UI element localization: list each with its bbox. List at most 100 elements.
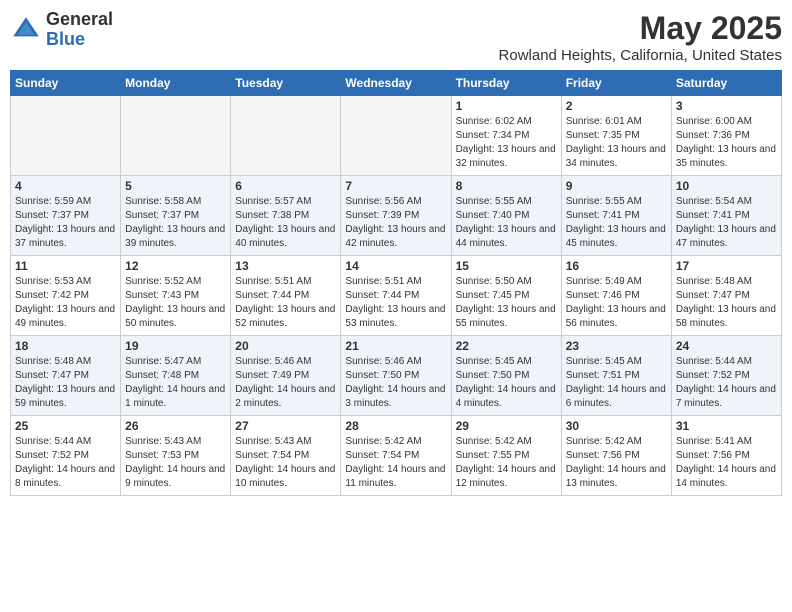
day-number: 30 — [566, 419, 667, 433]
day-number: 1 — [456, 99, 557, 113]
calendar-cell: 20 Sunrise: 5:46 AMSunset: 7:49 PMDayligh… — [231, 336, 341, 416]
calendar-cell: 19 Sunrise: 5:47 AMSunset: 7:48 PMDayligh… — [121, 336, 231, 416]
calendar-cell: 15 Sunrise: 5:50 AMSunset: 7:45 PMDayligh… — [451, 256, 561, 336]
calendar-week-row: 25Sunrise: 5:44 AMSunset: 7:52 PMDayligh… — [11, 416, 782, 496]
day-info: Sunrise: 5:51 AMSunset: 7:44 PMDaylight:… — [345, 275, 446, 331]
calendar-cell: 27 Sunrise: 5:43 AMSunset: 7:54 PMDayligh… — [231, 416, 341, 496]
day-info: Sunrise: 6:00 AMSunset: 7:36 PMDaylight:… — [676, 115, 777, 171]
logo-blue-text: Blue — [46, 30, 113, 50]
weekday-header-sunday: Sunday — [11, 71, 121, 96]
calendar-week-row: 18Sunrise: 5:48 AMSunset: 7:47 PMDayligh… — [11, 336, 782, 416]
month-title: May 2025 — [499, 10, 782, 47]
weekday-header-tuesday: Tuesday — [231, 71, 341, 96]
day-info: Sunrise: 5:47 AMSunset: 7:48 PMDaylight:… — [125, 355, 226, 411]
location-title: Rowland Heights, California, United Stat… — [499, 47, 782, 64]
day-number: 2 — [566, 99, 667, 113]
calendar-cell: 17 Sunrise: 5:48 AMSunset: 7:47 PMDayligh… — [671, 256, 781, 336]
calendar-cell — [341, 96, 451, 176]
day-info: Sunrise: 5:43 AMSunset: 7:53 PMDaylight:… — [125, 435, 226, 491]
day-info: Sunrise: 5:49 AMSunset: 7:46 PMDaylight:… — [566, 275, 667, 331]
logo: General Blue — [10, 10, 113, 50]
day-info: Sunrise: 5:55 AMSunset: 7:41 PMDaylight:… — [566, 195, 667, 251]
day-info: Sunrise: 5:46 AMSunset: 7:49 PMDaylight:… — [235, 355, 336, 411]
weekday-header-saturday: Saturday — [671, 71, 781, 96]
day-number: 12 — [125, 259, 226, 273]
calendar-cell: 30 Sunrise: 5:42 AMSunset: 7:56 PMDayligh… — [561, 416, 671, 496]
day-number: 4 — [15, 179, 116, 193]
day-number: 16 — [566, 259, 667, 273]
day-number: 3 — [676, 99, 777, 113]
logo-icon — [10, 14, 42, 46]
calendar-cell: 29 Sunrise: 5:42 AMSunset: 7:55 PMDayligh… — [451, 416, 561, 496]
calendar-cell: 21 Sunrise: 5:46 AMSunset: 7:50 PMDayligh… — [341, 336, 451, 416]
calendar-cell: 8 Sunrise: 5:55 AMSunset: 7:40 PMDaylight… — [451, 176, 561, 256]
day-number: 6 — [235, 179, 336, 193]
day-info: Sunrise: 5:42 AMSunset: 7:55 PMDaylight:… — [456, 435, 557, 491]
day-info: Sunrise: 5:48 AMSunset: 7:47 PMDaylight:… — [15, 355, 116, 411]
calendar-cell: 9 Sunrise: 5:55 AMSunset: 7:41 PMDaylight… — [561, 176, 671, 256]
day-info: Sunrise: 5:55 AMSunset: 7:40 PMDaylight:… — [456, 195, 557, 251]
day-number: 10 — [676, 179, 777, 193]
weekday-header-thursday: Thursday — [451, 71, 561, 96]
day-number: 13 — [235, 259, 336, 273]
day-number: 29 — [456, 419, 557, 433]
day-info: Sunrise: 5:42 AMSunset: 7:56 PMDaylight:… — [566, 435, 667, 491]
calendar-cell: 24 Sunrise: 5:44 AMSunset: 7:52 PMDayligh… — [671, 336, 781, 416]
day-number: 17 — [676, 259, 777, 273]
page-header: General Blue May 2025 Rowland Heights, C… — [10, 10, 782, 64]
day-number: 24 — [676, 339, 777, 353]
day-number: 22 — [456, 339, 557, 353]
day-number: 11 — [15, 259, 116, 273]
day-info: Sunrise: 5:42 AMSunset: 7:54 PMDaylight:… — [345, 435, 446, 491]
day-info: Sunrise: 6:01 AMSunset: 7:35 PMDaylight:… — [566, 115, 667, 171]
day-number: 9 — [566, 179, 667, 193]
day-number: 25 — [15, 419, 116, 433]
day-info: Sunrise: 5:43 AMSunset: 7:54 PMDaylight:… — [235, 435, 336, 491]
day-info: Sunrise: 5:57 AMSunset: 7:38 PMDaylight:… — [235, 195, 336, 251]
day-info: Sunrise: 5:41 AMSunset: 7:56 PMDaylight:… — [676, 435, 777, 491]
day-number: 8 — [456, 179, 557, 193]
calendar-cell: 2 Sunrise: 6:01 AMSunset: 7:35 PMDaylight… — [561, 96, 671, 176]
calendar-cell: 16 Sunrise: 5:49 AMSunset: 7:46 PMDayligh… — [561, 256, 671, 336]
weekday-header-wednesday: Wednesday — [341, 71, 451, 96]
calendar-cell — [11, 96, 121, 176]
weekday-header-monday: Monday — [121, 71, 231, 96]
calendar-cell: 14Sunrise: 5:51 AMSunset: 7:44 PMDayligh… — [341, 256, 451, 336]
day-info: Sunrise: 5:44 AMSunset: 7:52 PMDaylight:… — [676, 355, 777, 411]
day-number: 28 — [345, 419, 446, 433]
calendar-cell: 13 Sunrise: 5:51 AMSunset: 7:44 PMDayligh… — [231, 256, 341, 336]
day-number: 19 — [125, 339, 226, 353]
day-info: Sunrise: 5:50 AMSunset: 7:45 PMDaylight:… — [456, 275, 557, 331]
calendar-cell: 3 Sunrise: 6:00 AMSunset: 7:36 PMDaylight… — [671, 96, 781, 176]
day-number: 21 — [345, 339, 446, 353]
day-info: Sunrise: 5:48 AMSunset: 7:47 PMDaylight:… — [676, 275, 777, 331]
calendar-cell: 5Sunrise: 5:58 AMSunset: 7:37 PMDaylight… — [121, 176, 231, 256]
day-number: 23 — [566, 339, 667, 353]
day-number: 15 — [456, 259, 557, 273]
day-info: Sunrise: 5:58 AMSunset: 7:37 PMDaylight:… — [125, 195, 226, 251]
day-info: Sunrise: 6:02 AMSunset: 7:34 PMDaylight:… — [456, 115, 557, 171]
weekday-header-row: SundayMondayTuesdayWednesdayThursdayFrid… — [11, 71, 782, 96]
calendar-cell: 18Sunrise: 5:48 AMSunset: 7:47 PMDayligh… — [11, 336, 121, 416]
day-info: Sunrise: 5:59 AMSunset: 7:37 PMDaylight:… — [15, 195, 116, 251]
calendar-cell: 11Sunrise: 5:53 AMSunset: 7:42 PMDayligh… — [11, 256, 121, 336]
calendar-cell: 28 Sunrise: 5:42 AMSunset: 7:54 PMDayligh… — [341, 416, 451, 496]
day-info: Sunrise: 5:46 AMSunset: 7:50 PMDaylight:… — [345, 355, 446, 411]
calendar-cell: 25Sunrise: 5:44 AMSunset: 7:52 PMDayligh… — [11, 416, 121, 496]
day-info: Sunrise: 5:54 AMSunset: 7:41 PMDaylight:… — [676, 195, 777, 251]
calendar-cell: 4 Sunrise: 5:59 AMSunset: 7:37 PMDaylight… — [11, 176, 121, 256]
calendar-week-row: 4 Sunrise: 5:59 AMSunset: 7:37 PMDaylight… — [11, 176, 782, 256]
weekday-header-friday: Friday — [561, 71, 671, 96]
day-number: 7 — [345, 179, 446, 193]
day-info: Sunrise: 5:52 AMSunset: 7:43 PMDaylight:… — [125, 275, 226, 331]
logo-general-text: General — [46, 10, 113, 30]
calendar-cell: 12 Sunrise: 5:52 AMSunset: 7:43 PMDayligh… — [121, 256, 231, 336]
day-info: Sunrise: 5:51 AMSunset: 7:44 PMDaylight:… — [235, 275, 336, 331]
calendar-cell: 7Sunrise: 5:56 AMSunset: 7:39 PMDaylight… — [341, 176, 451, 256]
day-number: 20 — [235, 339, 336, 353]
day-number: 27 — [235, 419, 336, 433]
day-info: Sunrise: 5:45 AMSunset: 7:50 PMDaylight:… — [456, 355, 557, 411]
calendar-cell: 22 Sunrise: 5:45 AMSunset: 7:50 PMDayligh… — [451, 336, 561, 416]
calendar-table: SundayMondayTuesdayWednesdayThursdayFrid… — [10, 70, 782, 496]
calendar-cell: 1 Sunrise: 6:02 AMSunset: 7:34 PMDaylight… — [451, 96, 561, 176]
